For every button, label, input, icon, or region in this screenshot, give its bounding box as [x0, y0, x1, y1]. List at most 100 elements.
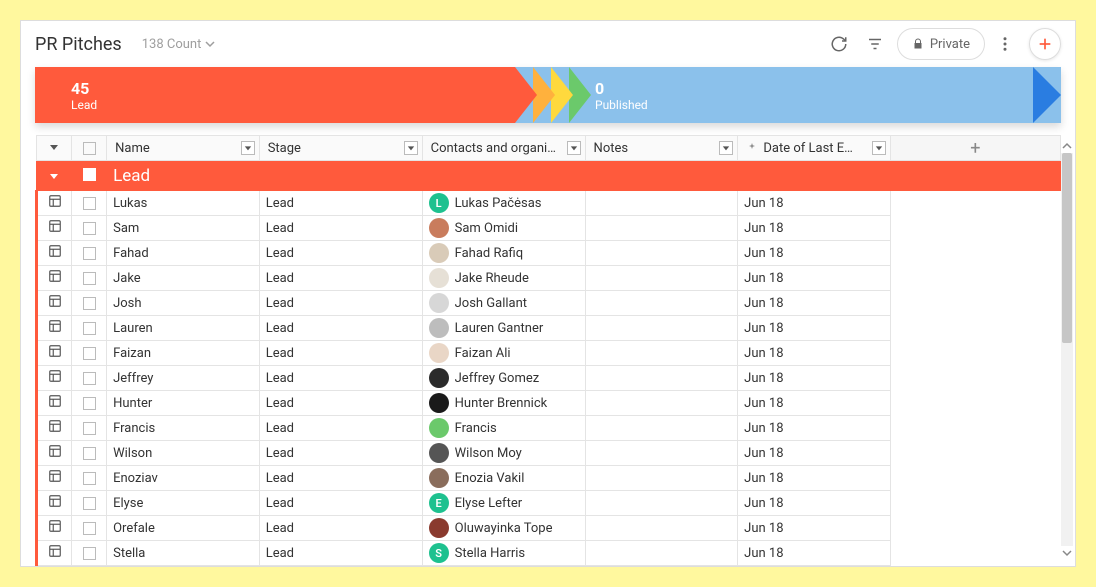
cell-stage[interactable]: Lead [259, 316, 422, 341]
table-row[interactable]: StellaLeadSStella HarrisJun 18 [37, 541, 1061, 566]
cell-date[interactable]: Jun 18 [738, 216, 891, 241]
cell-date[interactable]: Jun 18 [738, 191, 891, 216]
cell-date[interactable]: Jun 18 [738, 416, 891, 441]
cell-notes[interactable] [585, 216, 738, 241]
expand-row-button[interactable] [37, 191, 72, 216]
cell-stage[interactable]: Lead [259, 516, 422, 541]
cell-stage[interactable]: Lead [259, 491, 422, 516]
expand-row-button[interactable] [37, 341, 72, 366]
row-checkbox[interactable] [72, 241, 107, 266]
cell-notes[interactable] [585, 366, 738, 391]
vertical-scrollbar[interactable] [1061, 139, 1073, 560]
cell-stage[interactable]: Lead [259, 291, 422, 316]
cell-name[interactable]: Orefale [107, 516, 260, 541]
expand-row-button[interactable] [37, 491, 72, 516]
cell-date[interactable]: Jun 18 [738, 241, 891, 266]
expand-row-button[interactable] [37, 216, 72, 241]
table-row[interactable]: OrefaleLeadOluwayinka TopeJun 18 [37, 516, 1061, 541]
cell-contact[interactable]: Enozia Vakil [422, 466, 585, 491]
cell-stage[interactable]: Lead [259, 416, 422, 441]
cell-date[interactable]: Jun 18 [738, 441, 891, 466]
cell-name[interactable]: Stella [107, 541, 260, 566]
private-button[interactable]: Private [897, 28, 985, 60]
row-checkbox[interactable] [72, 516, 107, 541]
more-button[interactable] [989, 28, 1021, 60]
cell-name[interactable]: Jeffrey [107, 366, 260, 391]
table-row[interactable]: JoshLeadJosh GallantJun 18 [37, 291, 1061, 316]
cell-contact[interactable]: Sam Omidi [422, 216, 585, 241]
cell-name[interactable]: Fahad [107, 241, 260, 266]
cell-contact[interactable]: Francis [422, 416, 585, 441]
cell-notes[interactable] [585, 241, 738, 266]
filter-button[interactable] [859, 28, 891, 60]
table-row[interactable]: JeffreyLeadJeffrey GomezJun 18 [37, 366, 1061, 391]
cell-notes[interactable] [585, 391, 738, 416]
cell-stage[interactable]: Lead [259, 191, 422, 216]
cell-stage[interactable]: Lead [259, 391, 422, 416]
cell-stage[interactable]: Lead [259, 441, 422, 466]
cell-contact[interactable]: Lauren Gantner [422, 316, 585, 341]
cell-date[interactable]: Jun 18 [738, 491, 891, 516]
scroll-down-button[interactable] [1061, 546, 1073, 560]
cell-stage[interactable]: Lead [259, 266, 422, 291]
cell-date[interactable]: Jun 18 [738, 466, 891, 491]
cell-contact[interactable]: Josh Gallant [422, 291, 585, 316]
cell-notes[interactable] [585, 291, 738, 316]
expand-row-button[interactable] [37, 516, 72, 541]
expand-row-button[interactable] [37, 466, 72, 491]
row-checkbox[interactable] [72, 441, 107, 466]
cell-stage[interactable]: Lead [259, 366, 422, 391]
add-record-button[interactable] [1029, 28, 1061, 60]
cell-date[interactable]: Jun 18 [738, 391, 891, 416]
cell-name[interactable]: Jake [107, 266, 260, 291]
row-menu-header[interactable] [37, 136, 72, 161]
row-checkbox[interactable] [72, 466, 107, 491]
expand-row-button[interactable] [37, 441, 72, 466]
cell-name[interactable]: Lukas [107, 191, 260, 216]
cell-contact[interactable]: Fahad Rafiq [422, 241, 585, 266]
cell-stage[interactable]: Lead [259, 241, 422, 266]
row-checkbox[interactable] [72, 266, 107, 291]
cell-name[interactable]: Enoziav [107, 466, 260, 491]
cell-name[interactable]: Lauren [107, 316, 260, 341]
cell-name[interactable]: Wilson [107, 441, 260, 466]
cell-notes[interactable] [585, 516, 738, 541]
expand-row-button[interactable] [37, 291, 72, 316]
table-row[interactable]: FrancisLeadFrancisJun 18 [37, 416, 1061, 441]
cell-contact[interactable]: Faizan Ali [422, 341, 585, 366]
row-checkbox[interactable] [72, 416, 107, 441]
column-header-name[interactable]: Name [107, 136, 260, 161]
cell-date[interactable]: Jun 18 [738, 541, 891, 566]
table-row[interactable]: LaurenLeadLauren GantnerJun 18 [37, 316, 1061, 341]
expand-row-button[interactable] [37, 266, 72, 291]
cell-contact[interactable]: SStella Harris [422, 541, 585, 566]
cell-name[interactable]: Hunter [107, 391, 260, 416]
count-dropdown[interactable]: 138 Count [142, 37, 216, 52]
table-row[interactable]: HunterLeadHunter Brennick Jun 18 [37, 391, 1061, 416]
cell-date[interactable]: Jun 18 [738, 366, 891, 391]
cell-notes[interactable] [585, 466, 738, 491]
cell-notes[interactable] [585, 341, 738, 366]
cell-contact[interactable]: Jake Rheude [422, 266, 585, 291]
cell-stage[interactable]: Lead [259, 216, 422, 241]
cell-contact[interactable]: Hunter Brennick [422, 391, 585, 416]
expand-row-button[interactable] [37, 416, 72, 441]
expand-row-button[interactable] [37, 366, 72, 391]
cell-date[interactable]: Jun 18 [738, 291, 891, 316]
column-menu-button[interactable] [872, 141, 886, 155]
add-column-button[interactable]: + [890, 136, 1060, 161]
expand-row-button[interactable] [37, 316, 72, 341]
select-all-header[interactable] [72, 136, 107, 161]
column-header-contacts[interactable]: Contacts and organizations [422, 136, 585, 161]
expand-row-button[interactable] [37, 541, 72, 566]
row-checkbox[interactable] [72, 541, 107, 566]
scroll-thumb[interactable] [1062, 153, 1072, 343]
table-row[interactable]: LukasLeadLLukas PačėsasJun 18 [37, 191, 1061, 216]
column-menu-button[interactable] [567, 141, 581, 155]
table-row[interactable]: JakeLeadJake RheudeJun 18 [37, 266, 1061, 291]
refresh-button[interactable] [823, 28, 855, 60]
cell-notes[interactable] [585, 191, 738, 216]
row-checkbox[interactable] [72, 491, 107, 516]
group-header-row[interactable]: Lead [37, 161, 1061, 191]
row-checkbox[interactable] [72, 391, 107, 416]
